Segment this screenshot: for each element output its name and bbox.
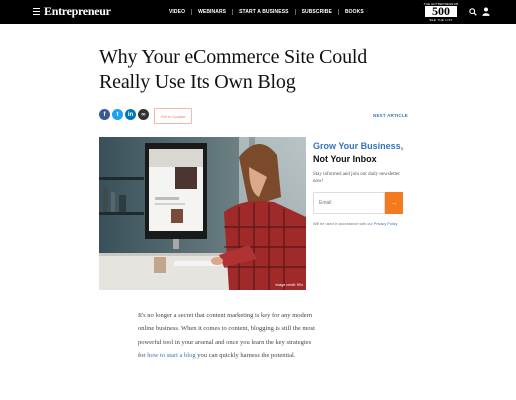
article-title: Why Your eCommerce Site Could Really Use… (99, 46, 368, 93)
share-buttons: f t in ∞ (99, 109, 149, 120)
nav-link-start-a-business[interactable]: START A BUSINESS (239, 9, 288, 15)
newsletter-submit-button[interactable]: → (385, 192, 403, 214)
top-navigation: Entrepreneur VIDEO WEBINARS START A BUSI… (0, 0, 516, 24)
entrepreneur-500-badge[interactable]: THE ENTREPRENEUR 500 SEE THE LIST (419, 2, 463, 22)
facebook-share-icon[interactable]: f (99, 109, 110, 120)
next-article-link[interactable]: NEXT ARTICLE (373, 113, 408, 118)
nav-link-books[interactable]: BOOKS (345, 9, 364, 15)
article-body-text-end: you can quickly harness the potential. (195, 351, 296, 359)
privacy-policy-link[interactable]: Privacy Policy (374, 222, 398, 226)
badge-bottom-label: SEE THE LIST (429, 18, 453, 22)
hero-image: Image credit: 99's (99, 137, 306, 290)
nav-divider (294, 9, 296, 15)
hero-illustration (99, 137, 306, 290)
user-icon[interactable] (482, 7, 490, 16)
badge-number: 500 (425, 5, 457, 17)
nav-link-subscribe[interactable]: SUBSCRIBE (302, 9, 332, 15)
image-credit: Image credit: 99's (275, 283, 303, 287)
privacy-note-text: Will be used in accordance with our (313, 222, 374, 226)
twitter-share-icon[interactable]: t (112, 109, 123, 120)
copy-link-icon[interactable]: ∞ (138, 109, 149, 120)
nav-divider (191, 9, 193, 15)
how-to-start-a-blog-link[interactable]: how to start a blog (147, 352, 195, 359)
newsletter-title-line2: Not Your Inbox (313, 154, 377, 164)
linkedin-share-icon[interactable]: in (125, 109, 136, 120)
article-body: It's no longer a secret that content mar… (138, 309, 318, 362)
newsletter-title: Grow Your Business, Not Your Inbox (313, 140, 403, 166)
nav-link-webinars[interactable]: WEBINARS (198, 9, 226, 15)
privacy-note: Will be used in accordance with our Priv… (313, 222, 397, 226)
search-icon[interactable] (469, 8, 477, 16)
nav-links: VIDEO WEBINARS START A BUSINESS SUBSCRIB… (169, 9, 364, 15)
nav-link-video[interactable]: VIDEO (169, 9, 185, 15)
email-input[interactable]: Email (313, 192, 385, 214)
update-button[interactable]: Get to Update (154, 108, 192, 124)
nav-divider (337, 9, 339, 15)
newsletter-description: Stay informed and join our daily newslet… (313, 172, 400, 184)
site-logo[interactable]: Entrepreneur (44, 4, 111, 19)
hamburger-icon[interactable] (33, 8, 40, 16)
nav-divider (232, 9, 234, 15)
newsletter-title-line1: Grow Your Business, (313, 141, 404, 151)
